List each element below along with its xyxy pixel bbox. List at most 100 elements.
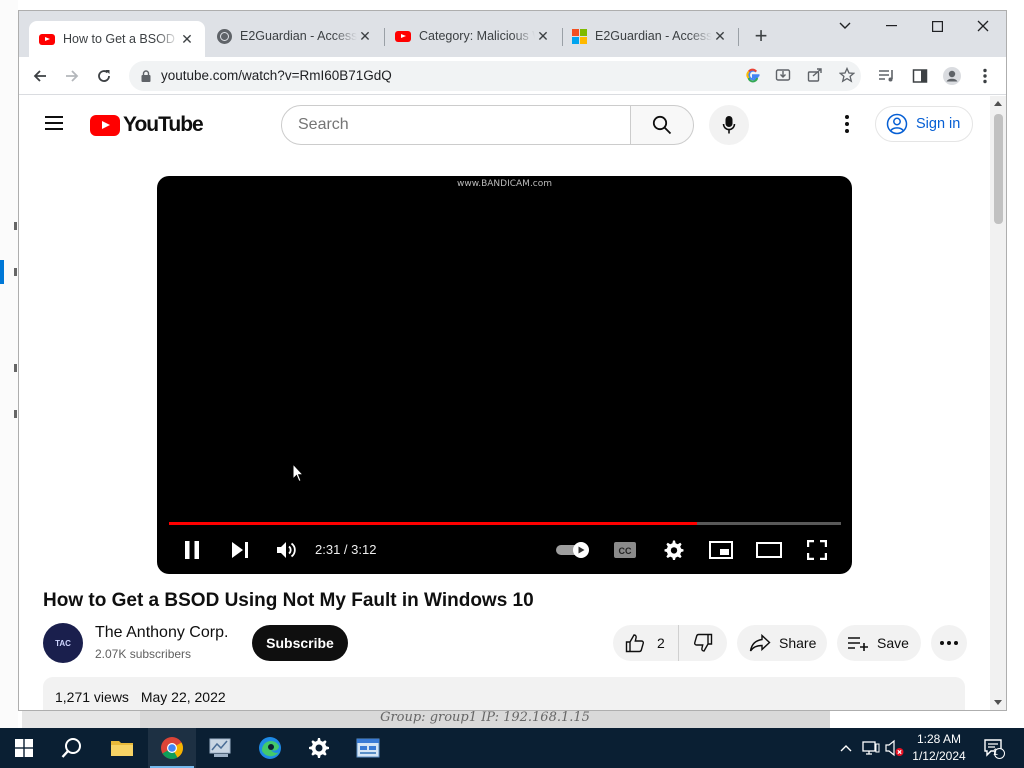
arrow-left-icon (33, 70, 46, 82)
search-button[interactable] (630, 105, 694, 145)
close-tab-icon[interactable]: ✕ (179, 31, 195, 48)
theater-mode-icon (756, 542, 782, 558)
url-text: youtube.com/watch?v=RmI60B71GdQ (161, 68, 392, 83)
minimize-button[interactable] (868, 11, 914, 41)
dislike-button[interactable] (679, 625, 727, 661)
share-arrow-icon (749, 634, 771, 652)
autoplay-toggle[interactable] (555, 537, 591, 563)
bookmark-star-icon[interactable] (838, 66, 856, 88)
tab-search-button[interactable] (822, 11, 868, 41)
start-button[interactable] (0, 728, 48, 768)
forward-button[interactable] (58, 62, 86, 90)
chevron-down-icon (839, 22, 851, 29)
tab-title: E2Guardian - Access Denied (240, 29, 357, 43)
reload-button[interactable] (90, 62, 118, 90)
tab-youtube-bsod[interactable]: How to Get a BSOD Using Not My Fault in … (29, 21, 205, 57)
scroll-thumb[interactable] (994, 114, 1003, 224)
install-app-icon[interactable] (775, 67, 791, 88)
thumbs-down-icon (694, 633, 713, 652)
gear-icon (309, 738, 329, 758)
file-explorer-button[interactable] (98, 728, 146, 768)
voice-search-button[interactable] (709, 105, 749, 145)
scroll-down-arrow[interactable] (994, 700, 1002, 705)
subtitles-button[interactable]: CC (611, 537, 639, 563)
google-lens-icon[interactable] (745, 67, 761, 88)
page-scrollbar[interactable] (990, 96, 1006, 710)
tab-title: How to Get a BSOD Using Not My Fault in … (63, 32, 179, 46)
maximize-button[interactable] (914, 11, 960, 41)
subscriber-count: 2.07K subscribers (95, 647, 192, 661)
playlist-add-icon (848, 637, 868, 651)
taskbar-clock[interactable]: 1:28 AM 1/12/2024 (906, 731, 972, 765)
network-wired-icon (862, 741, 880, 755)
youtube-icon (39, 33, 55, 45)
side-panel-button[interactable] (906, 62, 934, 90)
miniplayer-button[interactable] (707, 537, 735, 563)
side-panel-icon (912, 69, 928, 83)
close-window-button[interactable] (960, 11, 1006, 41)
network-window-icon (356, 738, 380, 758)
folder-icon (111, 741, 133, 756)
background-mark (14, 222, 17, 230)
media-controls-button[interactable] (873, 62, 901, 90)
network-tray-icon[interactable] (860, 728, 882, 768)
settings-menu-button[interactable] (835, 112, 859, 136)
settings-taskbar-button[interactable] (295, 728, 343, 768)
chrome-taskbar-button[interactable] (148, 728, 196, 768)
channel-name[interactable]: The Anthony Corp. (95, 624, 228, 642)
arrow-right-icon (66, 70, 79, 82)
like-count: 2 (657, 635, 665, 651)
close-tab-icon[interactable]: ✕ (535, 28, 551, 45)
chevron-up-icon (840, 745, 852, 752)
edge-taskbar-button[interactable] (246, 728, 294, 768)
taskbar-search-button[interactable] (48, 728, 96, 768)
computer-management-icon (209, 738, 231, 757)
control-panel-button[interactable] (197, 728, 245, 768)
video-player[interactable]: www.BANDICAM.com 2:31 / 3:12 CC (157, 176, 852, 574)
tab-e2guardian-2[interactable]: E2Guardian - Access Denied ✕ (562, 21, 738, 51)
channel-avatar[interactable]: TAC (43, 623, 83, 663)
close-tab-icon[interactable]: ✕ (357, 28, 373, 45)
progress-bar[interactable] (169, 522, 841, 525)
scroll-up-arrow[interactable] (994, 101, 1002, 106)
profile-button[interactable] (938, 62, 966, 90)
subscribe-button[interactable]: Subscribe (252, 625, 348, 661)
background-accent (0, 260, 4, 284)
volume-tray-icon[interactable] (884, 728, 906, 768)
back-button[interactable] (26, 62, 54, 90)
search-input[interactable] (281, 105, 631, 145)
description-box[interactable]: 1,271 views May 22, 2022 (43, 677, 965, 710)
video-title: How to Get a BSOD Using Not My Fault in … (43, 590, 534, 611)
fullscreen-button[interactable] (803, 537, 831, 563)
sign-in-button[interactable]: Sign in (875, 106, 973, 142)
share-page-icon[interactable] (807, 67, 823, 88)
chrome-menu-button[interactable] (971, 62, 999, 90)
like-button[interactable]: 2 (613, 625, 679, 661)
tab-category-malicious[interactable]: Category: Malicious Website ✕ (385, 21, 561, 51)
guide-menu-icon[interactable] (45, 116, 63, 130)
tab-e2guardian-1[interactable]: E2Guardian - Access Denied ✕ (207, 21, 383, 51)
channel-avatar-text: TAC (55, 638, 71, 648)
upload-date: May 22, 2022 (140, 689, 226, 705)
theater-mode-button[interactable] (755, 537, 783, 563)
network-app-button[interactable] (344, 728, 392, 768)
autoplay-toggle-icon (556, 542, 589, 558)
youtube-logo[interactable]: YouTube (90, 113, 204, 136)
account-circle-icon (886, 113, 908, 135)
time-separator: / (340, 542, 352, 557)
mute-button[interactable] (273, 537, 299, 563)
settings-button[interactable] (659, 537, 687, 563)
save-button[interactable]: Save (837, 625, 921, 661)
next-video-button[interactable] (227, 537, 253, 563)
show-hidden-icons-button[interactable] (836, 728, 856, 768)
address-bar[interactable]: youtube.com/watch?v=RmI60B71GdQ (129, 61, 861, 91)
action-center-button[interactable]: 1 (980, 728, 1008, 768)
background-mark (14, 364, 17, 372)
close-tab-icon[interactable]: ✕ (712, 28, 728, 45)
more-actions-button[interactable] (931, 625, 967, 661)
pause-button[interactable] (179, 537, 205, 563)
gear-icon (664, 540, 684, 560)
share-button[interactable]: Share (737, 625, 827, 661)
new-tab-button[interactable]: + (747, 25, 775, 49)
bandicam-watermark: www.BANDICAM.com (456, 179, 553, 189)
